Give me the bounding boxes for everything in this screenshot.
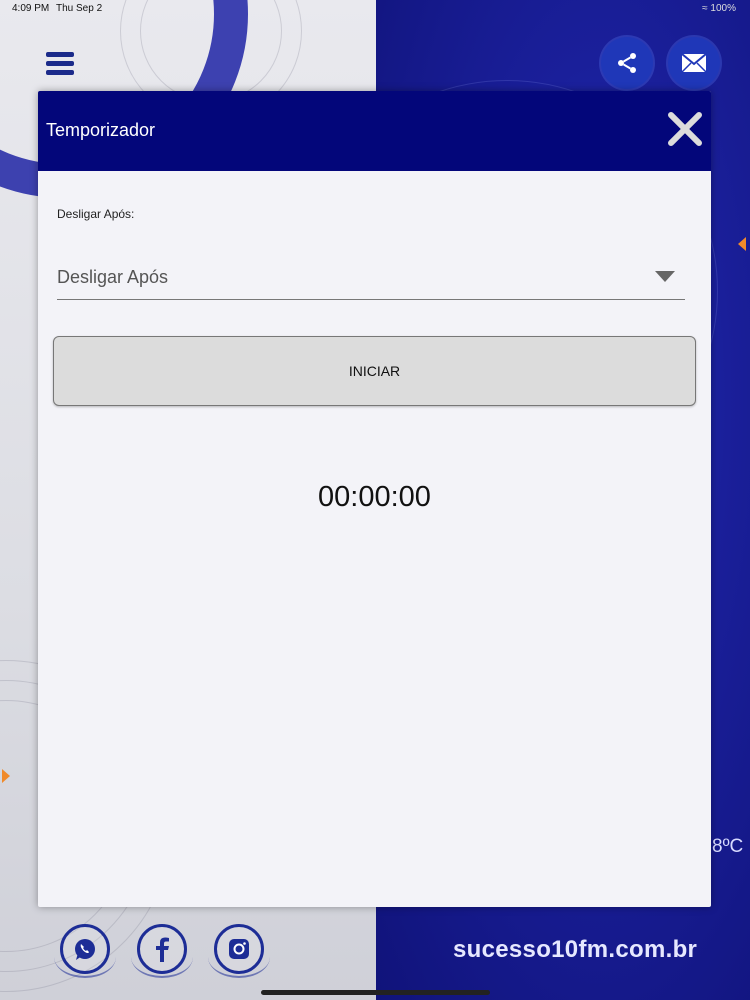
shutdown-select-value: Desligar Após [57, 267, 169, 287]
battery-indicator: ≈ 100% [702, 3, 736, 14]
status-date: Thu Sep 2 [56, 3, 103, 14]
facebook-icon [156, 937, 169, 962]
wifi-icon: ≈ [702, 3, 708, 14]
mail-icon [681, 53, 707, 73]
share-button[interactable] [601, 37, 653, 89]
instagram-icon [229, 939, 249, 959]
menu-bar [46, 70, 74, 75]
status-bar: 4:09 PM Thu Sep 2 ≈ 100% [0, 0, 750, 18]
close-button[interactable] [667, 111, 703, 147]
shutdown-select[interactable]: Desligar Após [57, 251, 685, 300]
next-arrow-icon[interactable] [738, 237, 746, 251]
status-time: 4:09 PM [12, 3, 50, 14]
dropdown-arrow-icon [655, 271, 675, 282]
temperature-text: 8ºC [712, 836, 744, 857]
battery-level: 100% [710, 3, 736, 14]
hamburger-menu-icon[interactable] [46, 52, 74, 76]
home-indicator[interactable] [261, 990, 490, 995]
modal-header: Temporizador [38, 91, 711, 171]
menu-bar [46, 52, 74, 57]
close-icon [668, 112, 702, 146]
menu-bar [46, 61, 74, 66]
start-button[interactable]: INICIAR [53, 336, 696, 406]
previous-arrow-icon[interactable] [2, 769, 10, 783]
timer-display: 00:00:00 [318, 481, 431, 513]
instagram-button[interactable] [214, 924, 264, 974]
shutdown-field-label: Desligar Após: [57, 207, 135, 221]
timer-modal: Temporizador Desligar Após: Desligar Apó… [38, 91, 711, 907]
whatsapp-button[interactable] [60, 924, 110, 974]
mail-button[interactable] [668, 37, 720, 89]
website-text: sucesso10fm.com.br [453, 936, 698, 963]
share-icon [618, 53, 636, 73]
modal-title: Temporizador [46, 120, 156, 140]
whatsapp-icon [75, 939, 95, 960]
facebook-button[interactable] [137, 924, 187, 974]
